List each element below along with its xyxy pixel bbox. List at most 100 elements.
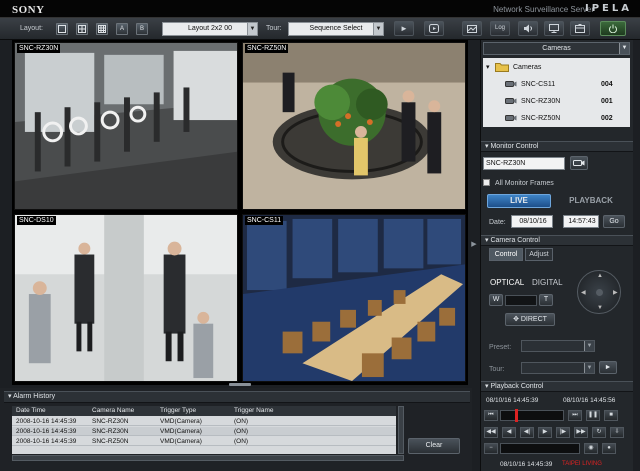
column-header[interactable]: Camera Name xyxy=(92,406,134,415)
monitor-control-header[interactable]: ▾ Monitor Control xyxy=(481,141,633,152)
alarm-vertical-scrollbar[interactable] xyxy=(398,406,404,454)
date-field[interactable]: 08/10/16 xyxy=(511,215,553,228)
layout-label: Layout: xyxy=(20,25,43,32)
play-icon[interactable]: ▶ xyxy=(538,427,552,438)
tour-play-icon[interactable]: ► xyxy=(599,361,617,374)
tree-item-label[interactable]: SNC-RZ30N xyxy=(521,97,560,106)
column-header[interactable]: Trigger Name xyxy=(234,406,274,415)
play-tour-icon[interactable]: ► xyxy=(394,21,414,36)
all-frames-checkbox[interactable] xyxy=(483,179,490,187)
tree-item-label[interactable]: SNC-CS11 xyxy=(521,80,555,89)
zoom-slider[interactable] xyxy=(505,295,537,306)
loop-icon[interactable]: ↻ xyxy=(592,427,606,438)
speed-slider[interactable] xyxy=(500,443,580,454)
view-resize-handle[interactable] xyxy=(229,383,251,386)
pan-down-icon[interactable]: ▼ xyxy=(597,305,603,311)
layout-b-button[interactable]: B xyxy=(136,23,148,35)
frame-back-icon[interactable]: ◀| xyxy=(520,427,534,438)
clear-button[interactable]: Clear xyxy=(408,438,460,454)
camera-control-header[interactable]: ▾ Camera Control xyxy=(481,235,633,246)
cell-trigger-name: (ON) xyxy=(234,438,249,445)
grid-3x3-icon[interactable] xyxy=(96,23,108,35)
pan-right-icon[interactable]: ▶ xyxy=(613,289,618,296)
monitor-icon[interactable] xyxy=(544,21,564,36)
alarm-history-header[interactable]: ▾ Alarm History xyxy=(4,391,470,403)
tree-item-number: 004 xyxy=(601,81,613,88)
playback-control-header[interactable]: ▾ Playback Control xyxy=(481,381,633,392)
sidebar-collapse-icon[interactable]: ▶ xyxy=(470,239,478,251)
camera-icon xyxy=(505,80,517,91)
monitor-camera-field[interactable]: SNC-RZ30N xyxy=(483,157,565,170)
record-icon[interactable]: ● xyxy=(602,443,616,454)
speed-down-icon[interactable]: − xyxy=(484,443,498,454)
column-header[interactable]: Trigger Type xyxy=(160,406,196,415)
table-row[interactable]: 2008-10-16 14:45:39 SNC-RZ50N VMD(Camera… xyxy=(12,437,396,446)
playback-button[interactable]: PLAYBACK xyxy=(555,194,627,208)
settings-icon[interactable] xyxy=(570,21,590,36)
table-row[interactable]: 2008-10-16 14:45:39 SNC-RZ30N VMD(Camera… xyxy=(12,427,396,436)
speaker-icon[interactable] xyxy=(518,21,538,36)
tree-expand-icon[interactable]: ▾ xyxy=(486,63,490,72)
alarm-horizontal-scrollbar[interactable] xyxy=(12,455,404,461)
frame-forward-icon[interactable]: |▶ xyxy=(556,427,570,438)
pan-up-icon[interactable]: ▲ xyxy=(597,273,603,279)
table-row[interactable]: 2008-10-16 14:45:39 SNC-RZ30N VMD(Camera… xyxy=(12,417,396,426)
rewind-icon[interactable]: ◀◀ xyxy=(484,427,498,438)
timeline-cursor[interactable] xyxy=(515,409,518,422)
tree-root-label[interactable]: Cameras xyxy=(513,63,541,72)
grid-2x2-icon[interactable] xyxy=(76,23,88,35)
go-button[interactable]: Go xyxy=(603,215,625,228)
tab-adjust[interactable]: Adjust xyxy=(525,248,553,261)
live-button[interactable]: LIVE xyxy=(487,194,551,208)
zoom-tele-button[interactable]: T xyxy=(539,294,553,306)
sequence-icon[interactable] xyxy=(424,21,444,36)
tab-control[interactable]: Control xyxy=(489,248,523,261)
export-icon[interactable]: ⇩ xyxy=(610,427,624,438)
step-back-icon[interactable]: ◀ xyxy=(502,427,516,438)
ptz-direction-pad[interactable]: ▲ ▼ ◀ ▶ xyxy=(577,270,621,314)
camera-name-label: SNC-RZ50N xyxy=(245,44,289,53)
log-icon[interactable]: Log xyxy=(490,21,510,36)
layout-a-button[interactable]: A xyxy=(116,23,128,35)
stop-icon[interactable]: ■ xyxy=(604,410,618,421)
power-icon[interactable] xyxy=(600,21,626,36)
skip-start-icon[interactable]: ⏮ xyxy=(484,410,498,421)
playback-timeline[interactable] xyxy=(500,409,564,422)
layout-select[interactable]: Layout 2x2 00 ▼ xyxy=(162,22,258,36)
cell-trigger-name: (ON) xyxy=(234,428,249,435)
watermark-text: TAIPEI LIVING xyxy=(562,461,602,467)
camera-name-label: SNC-DS10 xyxy=(17,216,56,225)
tree-item-number: 001 xyxy=(601,98,613,105)
pause-icon[interactable]: ❚❚ xyxy=(586,410,600,421)
single-view-icon[interactable] xyxy=(56,23,68,35)
camera-connect-icon[interactable] xyxy=(570,156,588,170)
tree-item-label[interactable]: SNC-RZ50N xyxy=(521,114,560,123)
digital-mode-button[interactable]: DIGITAL xyxy=(532,278,563,287)
pan-left-icon[interactable]: ◀ xyxy=(581,289,586,296)
playback-start-time: 08/10/16 14:45:39 xyxy=(486,397,539,404)
camera-view-3[interactable]: SNC-DS10 xyxy=(14,214,238,382)
direct-button[interactable]: ✥ DIRECT xyxy=(505,313,555,326)
chevron-down-icon: ▼ xyxy=(584,363,594,373)
time-field[interactable]: 14:57:43 xyxy=(563,215,599,228)
home-position-icon[interactable] xyxy=(596,289,603,296)
cell-camera-name: SNC-RZ30N xyxy=(92,428,129,435)
alarm-table: Date Time Camera Name Trigger Type Trigg… xyxy=(12,406,396,454)
camera-feed-4-image xyxy=(243,215,465,381)
camera-view-1[interactable]: SNC-RZ30N xyxy=(14,42,238,210)
zoom-wide-button[interactable]: W xyxy=(489,294,503,306)
camera-name-label: SNC-CS11 xyxy=(245,216,284,225)
tour-select[interactable]: Sequence Select ▼ xyxy=(288,22,384,36)
preset-select[interactable]: ▼ xyxy=(521,340,595,352)
camera-view-4[interactable]: SNC-CS11 xyxy=(242,214,466,382)
camera-group-select-value: Cameras xyxy=(542,45,571,52)
image-export-icon[interactable] xyxy=(462,21,482,36)
tour-side-select[interactable]: ▼ xyxy=(521,362,595,374)
skip-end-icon[interactable]: ⏭ xyxy=(568,410,582,421)
column-header[interactable]: Date Time xyxy=(16,406,46,415)
optical-mode-button[interactable]: OPTICAL xyxy=(490,278,524,287)
camera-group-select[interactable]: Cameras ▼ xyxy=(483,42,630,55)
camera-view-2[interactable]: SNC-RZ50N xyxy=(242,42,466,210)
fast-forward-icon[interactable]: ▶▶ xyxy=(574,427,588,438)
snapshot-icon[interactable]: ◉ xyxy=(584,443,598,454)
